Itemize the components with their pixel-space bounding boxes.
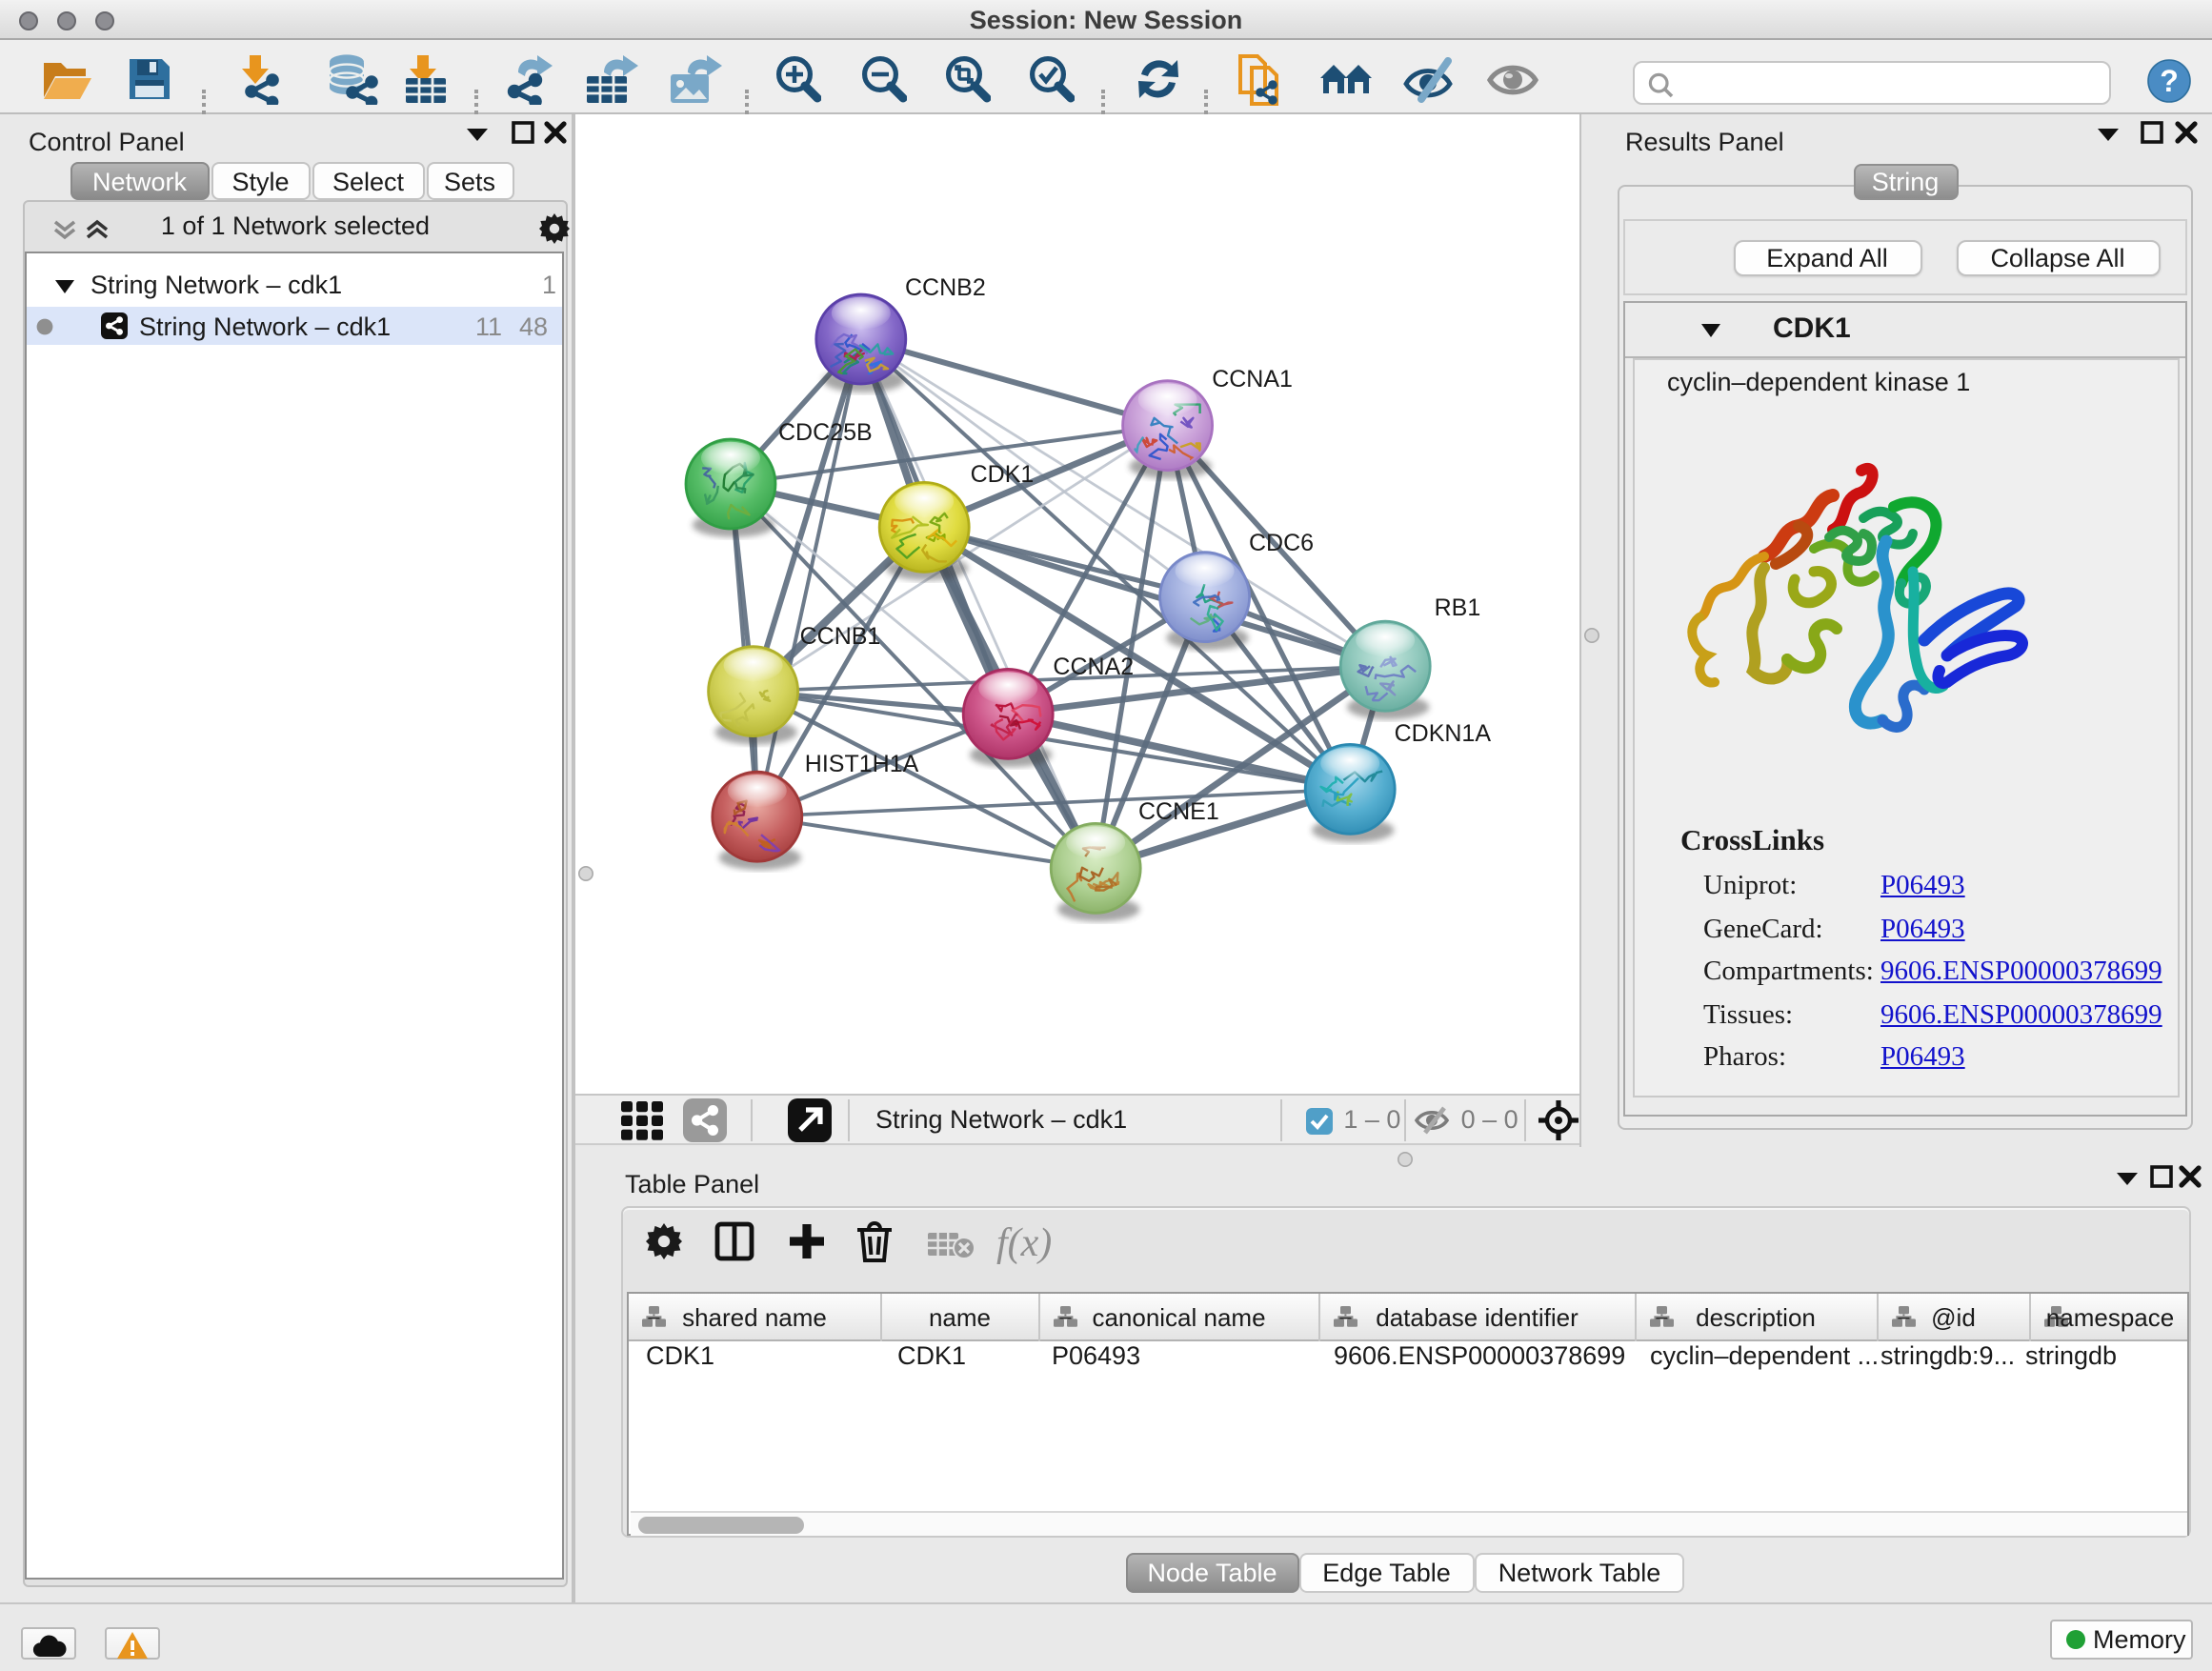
svg-text:RB1: RB1 — [1434, 594, 1480, 621]
svg-text:CDC6: CDC6 — [1248, 530, 1313, 556]
svg-text:CCNB2: CCNB2 — [904, 274, 985, 301]
svg-text:CCNA1: CCNA1 — [1211, 366, 1292, 393]
svg-text:CDK1: CDK1 — [970, 461, 1034, 488]
svg-text:HIST1H1A: HIST1H1A — [804, 751, 918, 777]
svg-text:CDC25B: CDC25B — [777, 419, 872, 446]
svg-text:?: ? — [2160, 64, 2179, 98]
svg-text:CCNA2: CCNA2 — [1052, 654, 1133, 680]
svg-text:CCNE1: CCNE1 — [1137, 798, 1218, 825]
svg-text:CCNB1: CCNB1 — [799, 623, 880, 650]
svg-text:CDKN1A: CDKN1A — [1394, 720, 1491, 747]
